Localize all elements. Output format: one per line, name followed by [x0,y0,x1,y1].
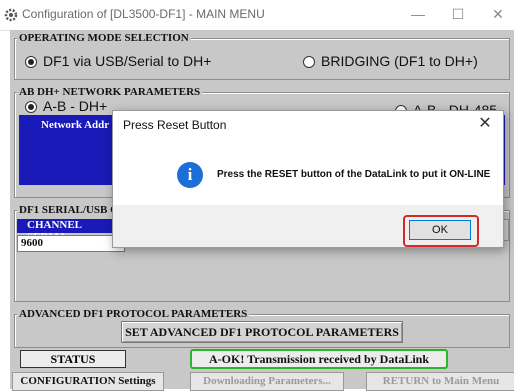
channel-serial-header: CHANNEL SERIAL [17,219,125,243]
status-value: A-OK! Transmission received by DataLink [190,349,448,369]
gear-icon [4,8,18,22]
ab-dh-plus-label: A-B - DH+ [43,98,108,114]
mode-option-df1[interactable]: DF1 via USB/Serial to DH+ [25,53,211,69]
advanced-df1-label: ADVANCED DF1 PROTOCOL PARAMETERS [17,308,250,320]
info-icon: i [177,162,203,188]
mode-option-df1-label: DF1 via USB/Serial to DH+ [43,53,212,69]
set-advanced-df1-button[interactable]: SET ADVANCED DF1 PROTOCOL PARAMETERS [121,321,403,343]
baud-rate-value: 9600 [21,237,43,249]
status-label: STATUS [20,350,126,368]
reset-dialog: Press Reset Button ✕ i Press the RESET b… [112,110,504,248]
baud-rate-select[interactable]: 9600 [17,235,125,252]
configuration-settings-button[interactable]: CONFIGURATION Settings [12,372,164,391]
dialog-message: Press the RESET button of the DataLink t… [217,169,491,180]
advanced-df1-group: ADVANCED DF1 PROTOCOL PARAMETERS SET ADV… [14,308,510,348]
return-main-menu-button[interactable]: RETURN to Main Menu [366,372,514,391]
maximize-button[interactable]: ☐ [446,6,470,22]
radio-unselected-icon [303,56,315,69]
df1-serial-label: DF1 SERIAL/USB C [17,204,121,216]
ok-button[interactable]: OK [409,220,471,240]
radio-selected-icon [25,56,37,69]
ab-dh-plus-option[interactable]: A-B - DH+ [25,98,107,114]
close-icon[interactable]: ✕ [475,114,495,134]
window-title: Configuration of [DL3500-DF1] - MAIN MEN… [22,7,265,21]
mode-option-bridging-label: BRIDGING (DF1 to DH+) [321,53,478,69]
minimize-button[interactable]: — [406,6,430,22]
network-address-label: Network Addr [41,119,110,131]
operating-mode-group: OPERATING MODE SELECTION DF1 via USB/Ser… [14,32,510,80]
radio-selected-icon [25,101,37,114]
downloading-parameters-button[interactable]: Downloading Parameters... [190,372,344,391]
close-button[interactable]: ✕ [486,6,510,22]
mode-option-bridging[interactable]: BRIDGING (DF1 to DH+) [303,53,478,69]
dialog-title: Press Reset Button [123,118,227,132]
operating-mode-label: OPERATING MODE SELECTION [17,32,191,44]
ab-dh-network-label: AB DH+ NETWORK PARAMETERS [17,86,203,98]
